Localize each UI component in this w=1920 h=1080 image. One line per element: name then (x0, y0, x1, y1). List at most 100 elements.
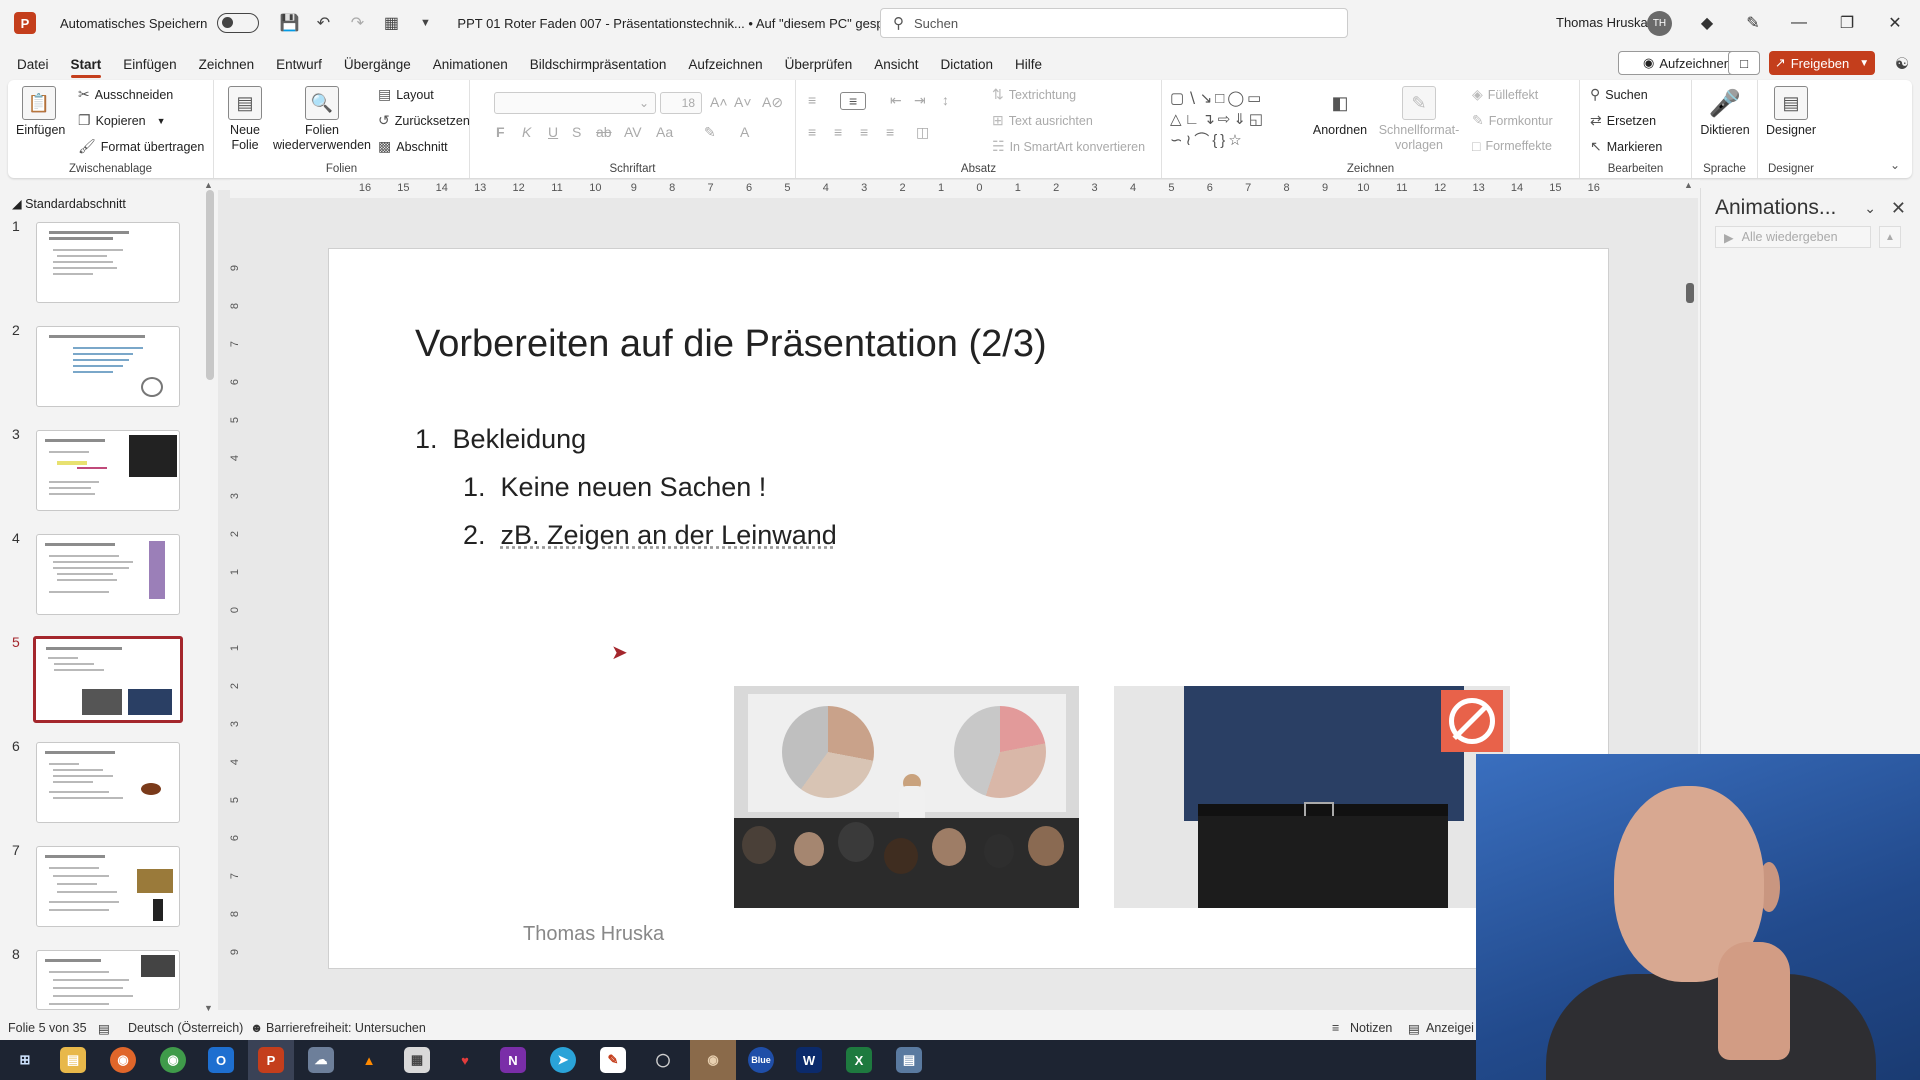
app-icon[interactable]: Blue (748, 1047, 774, 1073)
italic-icon[interactable]: K (522, 124, 531, 140)
slide-thumbnail[interactable] (36, 846, 180, 927)
shrink-font-icon[interactable]: A˅ (734, 94, 752, 110)
numbering-icon[interactable]: ≡ (840, 92, 867, 110)
font-color-icon[interactable]: A (740, 124, 749, 140)
spell-check-icon[interactable]: ▤ (98, 1021, 110, 1036)
share-button[interactable]: ↗ Freigeben ▼ (1769, 51, 1875, 75)
pen-icon[interactable]: ✎ (1730, 0, 1776, 46)
align-center-icon[interactable]: ≡ (834, 124, 842, 140)
windows-start-icon[interactable]: ⊞ (12, 1047, 38, 1073)
autosave-toggle[interactable] (217, 13, 260, 33)
file-explorer-icon[interactable]: ▤ (60, 1047, 86, 1073)
undo-icon[interactable]: ↶ (309, 9, 337, 37)
format-painter-button[interactable]: 🖌 Format übertragen (78, 138, 204, 155)
tab-ueberpruefen[interactable]: Überprüfen (774, 50, 864, 78)
char-spacing-icon[interactable]: AV (624, 124, 642, 140)
slide-thumbnail[interactable] (36, 534, 180, 615)
word-icon[interactable]: W (796, 1047, 822, 1073)
pane-options-chevron-icon[interactable]: ⌄ (1864, 200, 1876, 217)
share-chevron-icon[interactable]: ▼ (1859, 58, 1869, 69)
slide-thumbnail[interactable] (36, 326, 180, 407)
quick-styles-button[interactable]: ✎ Schnellformat- vorlagen (1374, 86, 1464, 153)
tab-start[interactable]: Start (60, 50, 113, 78)
collapse-ribbon-icon[interactable]: ⌄ (1890, 158, 1900, 172)
firefox-icon[interactable]: ◉ (110, 1047, 136, 1073)
tab-datei[interactable]: Datei (6, 50, 60, 78)
slide-title[interactable]: Vorbereiten auf die Präsentation (2/3) (415, 323, 1047, 366)
canvas-scrollbar[interactable] (1686, 283, 1694, 303)
app-icon[interactable]: ▦ (404, 1047, 430, 1073)
telegram-icon[interactable]: ➤ (550, 1047, 576, 1073)
tab-uebergaenge[interactable]: Übergänge (333, 50, 422, 78)
slide-panel-scrollbar[interactable] (206, 190, 214, 380)
smartart-button[interactable]: ☵ In SmartArt konvertieren (992, 138, 1145, 155)
shadow-icon[interactable]: S (572, 124, 581, 140)
effects-button[interactable]: □ Formeffekte (1472, 138, 1552, 154)
outline-button[interactable]: ✎ Formkontur (1472, 112, 1553, 129)
increase-indent-icon[interactable]: ⇥ (914, 92, 926, 109)
font-name-combo[interactable]: ⌄ (494, 92, 656, 114)
designer-button[interactable]: ▤ Designer (1762, 86, 1820, 138)
app-icon[interactable]: ✎ (600, 1047, 626, 1073)
tab-animationen[interactable]: Animationen (422, 50, 519, 78)
onenote-icon[interactable]: N (500, 1047, 526, 1073)
chrome-icon[interactable]: ◉ (160, 1047, 186, 1073)
slide-count[interactable]: Folie 5 von 35 (8, 1021, 87, 1035)
font-size-combo[interactable]: 18 (660, 92, 702, 114)
start-from-beginning-icon[interactable]: ▦ (377, 9, 405, 37)
decrease-indent-icon[interactable]: ⇤ (890, 92, 902, 109)
search-input[interactable]: Suchen (914, 16, 958, 31)
section-header[interactable]: ◢ Standardabschnitt (12, 196, 126, 211)
cut-button[interactable]: ✂ Ausschneiden (78, 86, 173, 103)
layout-button[interactable]: ▤ Layout (378, 86, 434, 103)
avatar[interactable]: TH (1647, 11, 1672, 36)
sub-list-item[interactable]: 2. zB. Zeigen an der Leinwand (463, 520, 837, 551)
accessibility-icon[interactable]: ☻ (250, 1021, 263, 1035)
comments-button[interactable]: □ (1728, 51, 1760, 75)
align-right-icon[interactable]: ≡ (860, 124, 868, 140)
slide[interactable]: Vorbereiten auf die Präsentation (2/3) 1… (328, 248, 1609, 969)
tab-dictation[interactable]: Dictation (929, 50, 1004, 78)
minimize-icon[interactable]: — (1776, 0, 1822, 46)
line-spacing-icon[interactable]: ↕ (942, 92, 949, 108)
scroll-up-icon[interactable]: ▲ (204, 180, 213, 190)
premium-diamond-icon[interactable]: ◆ (1684, 0, 1730, 46)
recorder-icon[interactable]: ◉ (700, 1047, 726, 1073)
arrange-button[interactable]: ◧ Anordnen (1310, 86, 1370, 138)
display-settings-button[interactable]: Anzeigei (1426, 1021, 1474, 1035)
excel-icon[interactable]: X (846, 1047, 872, 1073)
tab-ansicht[interactable]: Ansicht (863, 50, 929, 78)
outlook-icon[interactable]: O (208, 1047, 234, 1073)
bold-icon[interactable]: F (496, 124, 505, 140)
slide-footer[interactable]: Thomas Hruska (523, 923, 664, 946)
align-text-button[interactable]: ⊞ Text ausrichten (992, 112, 1093, 129)
align-left-icon[interactable]: ≡ (808, 124, 816, 140)
change-case-icon[interactable]: Aa (656, 124, 673, 140)
sub-list-item[interactable]: 1. Keine neuen Sachen ! (463, 472, 766, 503)
language[interactable]: Deutsch (Österreich) (128, 1021, 243, 1035)
reset-button[interactable]: ↺ Zurücksetzen (378, 112, 470, 129)
slide-thumbnail[interactable] (36, 222, 180, 303)
tab-hilfe[interactable]: Hilfe (1004, 50, 1053, 78)
select-button[interactable]: ↖ Markieren (1590, 138, 1662, 155)
slide-thumbnail-selected[interactable] (33, 636, 183, 723)
shirt-photo[interactable] (1114, 686, 1510, 908)
document-title[interactable]: PPT 01 Roter Faden 007 - Präsentationste… (457, 16, 922, 31)
tab-entwurf[interactable]: Entwurf (265, 50, 333, 78)
notes-button[interactable]: Notizen (1350, 1021, 1392, 1035)
replace-button[interactable]: ⇄ Ersetzen (1590, 112, 1656, 129)
tab-zeichnen[interactable]: Zeichnen (188, 50, 266, 78)
notes-icon[interactable]: ≡ (1332, 1021, 1339, 1035)
slide-thumbnail[interactable] (36, 742, 180, 823)
columns-icon[interactable]: ◫ (916, 124, 929, 141)
save-icon[interactable]: 💾 (275, 9, 303, 37)
powerpoint-taskbar-icon[interactable]: P (258, 1047, 284, 1073)
list-item[interactable]: 1. Bekleidung (415, 424, 586, 455)
tab-aufzeichnen[interactable]: Aufzeichnen (677, 50, 773, 78)
shapes-gallery[interactable]: ▢∖↘□◯▭ △∟↴⇨⇓◱ ∽≀⌒{}☆ (1170, 88, 1300, 152)
text-direction-button[interactable]: ⇅ Textrichtung (992, 86, 1076, 103)
search-box[interactable]: ⚲ Suchen (880, 8, 1348, 38)
move-up-icon[interactable]: ▲ (1879, 226, 1901, 248)
lips-app-icon[interactable]: ♥ (452, 1047, 478, 1073)
tab-einfuegen[interactable]: Einfügen (112, 50, 187, 78)
